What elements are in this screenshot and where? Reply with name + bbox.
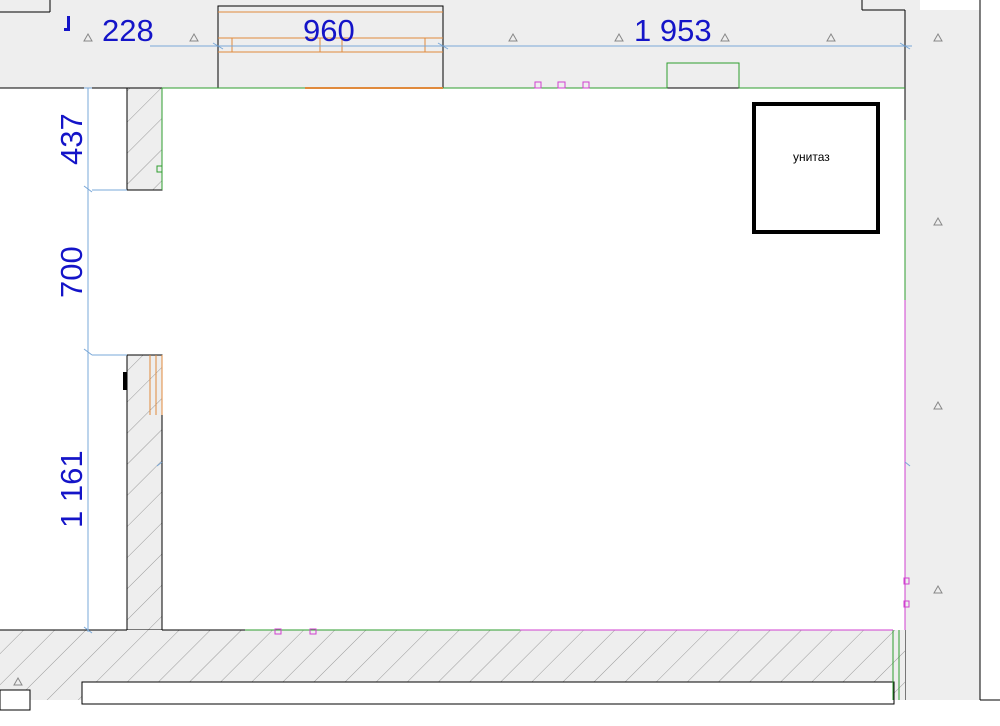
- floor-plan: 228 960 1 953 437 700 1 161 унитаз: [0, 0, 1000, 711]
- toilet-label: унитаз: [793, 150, 830, 164]
- bottom-wall: [0, 629, 905, 711]
- left-wall-upper: [126, 87, 163, 191]
- left-wall-lower: [123, 354, 163, 631]
- dim-left-1161: 1 161: [54, 450, 89, 528]
- dim-top-1953: 1 953: [634, 13, 712, 48]
- dim-left-700: 700: [54, 246, 89, 298]
- toilet-fixture[interactable]: унитаз: [752, 102, 880, 234]
- dim-top-228: 228: [102, 13, 154, 48]
- dim-left-437: 437: [54, 113, 89, 165]
- dim-top-960: 960: [303, 13, 355, 48]
- right-wall: [904, 0, 1000, 701]
